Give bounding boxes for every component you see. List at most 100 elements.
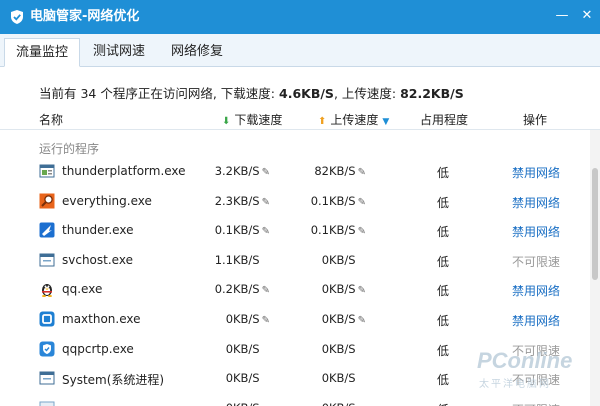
edit-pencil-icon[interactable]: ✎ xyxy=(358,167,366,178)
edit-pencil-icon[interactable]: ✎ xyxy=(262,167,270,178)
edit-pencil-icon[interactable]: ✎ xyxy=(358,197,366,208)
process-name: everything.exe xyxy=(62,193,152,208)
download-speed-value: 0KB/S xyxy=(225,312,260,326)
column-upload[interactable]: ⬆ 上传速度 ▼ xyxy=(318,111,389,128)
table-row[interactable]: thunderplatform.exe 3.2KB/S ✎ 82KB/S ✎ 低 禁用网络 xyxy=(0,156,588,186)
upload-speed[interactable]: 0.1KB/S ✎ xyxy=(311,223,366,237)
column-download[interactable]: ⬇ 下载速度 xyxy=(222,111,282,128)
download-speed[interactable]: 0.2KB/S ✎ xyxy=(215,282,270,296)
scrollbar-thumb[interactable] xyxy=(592,168,598,280)
usage-level: 低 xyxy=(437,254,450,269)
download-speed: 1.1KB/S✎ xyxy=(215,253,270,267)
tab-traffic-monitor[interactable]: 流量监控 xyxy=(4,38,81,67)
download-speed-value: 0KB/S xyxy=(225,371,260,386)
upload-speed-value: 0KB/S xyxy=(321,371,356,386)
upload-speed-value: 0.1KB/S xyxy=(310,193,356,208)
system-window-icon xyxy=(39,252,55,268)
minimize-button[interactable]: — xyxy=(555,9,569,23)
upload-speed[interactable]: 0KB/S ✎ xyxy=(322,312,366,326)
column-download-label: 下载速度 xyxy=(234,113,283,127)
download-speed: 0KB/S✎ xyxy=(226,371,270,385)
process-name: thunderplatform.exe xyxy=(62,164,186,178)
upload-speed-value: 0.1KB/S xyxy=(310,223,356,238)
watermark-main: PConline xyxy=(477,348,573,373)
table-row[interactable]: thunder.exe 0.1KB/S ✎ 0.1KB/S ✎ 低禁用网络 xyxy=(0,215,588,245)
download-speed-value: 1.1KB/S xyxy=(214,252,260,267)
upload-speed[interactable]: 0.1KB/S ✎ xyxy=(311,194,366,208)
table-row[interactable]: qq.exe 0.2KB/S ✎ 0KB/S ✎ 低禁用网络 xyxy=(0,274,588,304)
usage-level: 低 xyxy=(437,373,450,388)
download-speed[interactable]: 2.3KB/S ✎ xyxy=(215,194,270,208)
scrollbar[interactable] xyxy=(590,130,600,406)
upload-speed-value: 0KB/S xyxy=(321,252,356,267)
no-limit-label: 不可限速 xyxy=(512,254,561,269)
upload-arrow-icon: ⬆ xyxy=(318,116,327,127)
usage-level: 低 xyxy=(437,166,450,180)
usage-level: 低 xyxy=(437,314,450,328)
column-header: 名称 ⬇ 下载速度 ⬆ 上传速度 ▼ 占用程度 操作 xyxy=(0,106,600,130)
download-speed: 0KB/S✎ xyxy=(226,342,270,356)
process-name: thunder.exe xyxy=(62,223,134,238)
download-speed[interactable]: 0KB/S ✎ xyxy=(226,312,270,326)
download-speed[interactable]: 3.2KB/S ✎ xyxy=(215,164,270,178)
edit-pencil-icon[interactable]: ✎ xyxy=(262,285,270,296)
download-speed-value: 0.1KB/S xyxy=(214,223,260,238)
download-arrow-icon: ⬇ xyxy=(222,116,231,127)
usage-level: 低 xyxy=(437,284,450,299)
usage-level: 低 xyxy=(437,401,449,406)
upload-speed: 0KB/S✎ xyxy=(322,401,366,406)
title-bar: 电脑管家-网络优化 — ✕ xyxy=(0,0,600,34)
column-name[interactable]: 名称 xyxy=(39,111,63,128)
edit-pencil-icon[interactable]: ✎ xyxy=(262,226,270,237)
process-name: qq.exe xyxy=(62,282,103,297)
edit-pencil-icon[interactable]: ✎ xyxy=(262,315,270,326)
penguin-icon xyxy=(39,281,55,298)
tab-speed-test[interactable]: 测试网速 xyxy=(82,38,156,67)
edit-pencil-icon[interactable]: ✎ xyxy=(358,226,366,237)
disable-network-link[interactable]: 禁用网络 xyxy=(512,312,560,329)
shield-check-icon xyxy=(11,10,23,24)
usage-level: 低 xyxy=(437,225,450,240)
traffic-summary: 当前有 34 个程序正在访问网络, 下载速度: 4.6KB/S, 上传速度: 8… xyxy=(39,83,464,102)
process-name: svchost.exe xyxy=(62,252,133,267)
generic-icon xyxy=(39,400,55,406)
process-name: System(系统进程) xyxy=(62,373,165,388)
disable-network-link[interactable]: 禁用网络 xyxy=(512,282,560,299)
edit-pencil-icon[interactable]: ✎ xyxy=(358,285,366,296)
process-name: qqpcrtp.exe xyxy=(62,341,134,356)
edit-pencil-icon[interactable]: ✎ xyxy=(358,315,366,326)
group-label-running: 运行的程序 xyxy=(39,142,100,156)
download-speed-value: 0KB/S xyxy=(226,401,260,406)
system-window-icon xyxy=(39,370,55,386)
summary-download-speed: 4.6KB/S xyxy=(279,86,334,101)
shield-icon xyxy=(39,341,55,357)
column-usage[interactable]: 占用程度 xyxy=(420,111,468,128)
edit-pencil-icon[interactable]: ✎ xyxy=(262,197,270,208)
tab-network-repair[interactable]: 网络修复 xyxy=(160,38,234,67)
process-name: maxthon.exe xyxy=(62,312,141,326)
disable-network-link[interactable]: 禁用网络 xyxy=(512,164,560,181)
column-upload-label: 上传速度 xyxy=(330,113,379,127)
disable-network-link[interactable]: 禁用网络 xyxy=(512,194,560,211)
column-action: 操作 xyxy=(523,113,548,127)
upload-speed[interactable]: 82KB/S ✎ xyxy=(314,164,366,178)
maxthon-icon xyxy=(39,311,55,327)
upload-speed-value: 0KB/S xyxy=(321,341,356,356)
table-row[interactable]: maxthon.exe 0KB/S ✎ 0KB/S ✎ 低禁用网络 xyxy=(0,304,588,334)
upload-speed: 0KB/S✎ xyxy=(322,253,366,267)
usage-level: 低 xyxy=(437,343,450,358)
upload-speed: 0KB/S✎ xyxy=(322,371,366,385)
table-row[interactable]: everything.exe 2.3KB/S ✎ 0.1KB/S ✎ 低禁用网络 xyxy=(0,186,588,216)
table-row[interactable]: svchost.exe 1.1KB/S✎ 0KB/S✎ 低 不可限速 xyxy=(0,245,588,275)
thunder-bird-icon xyxy=(39,222,55,238)
download-speed[interactable]: 0.1KB/S ✎ xyxy=(215,223,270,237)
upload-speed[interactable]: 0KB/S ✎ xyxy=(322,282,366,296)
disable-network-link[interactable]: 禁用网络 xyxy=(512,223,560,240)
magnifier-icon xyxy=(39,193,55,209)
summary-upload-speed: 82.2KB/S xyxy=(400,86,464,101)
upload-speed-value: 0KB/S xyxy=(322,401,356,406)
sort-caret-icon: ▼ xyxy=(382,117,390,127)
close-button[interactable]: ✕ xyxy=(580,9,594,23)
upload-speed-value: 0KB/S xyxy=(321,282,356,297)
download-speed: 0KB/S✎ xyxy=(226,401,270,406)
